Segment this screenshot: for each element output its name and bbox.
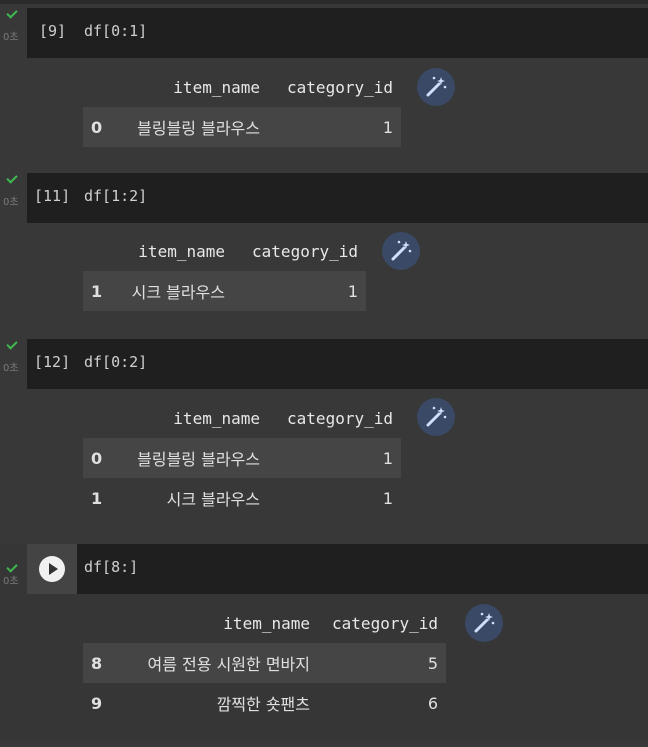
dataframe-output: item_name category_id 0 블링블링 블라우스 1 1 시크…	[83, 398, 401, 518]
exec-time: 0초	[3, 576, 19, 587]
index-header	[83, 398, 113, 438]
notebook-cell-selected[interactable]: 0초 df[8:] item_name category_id 8 여름 전용 …	[0, 544, 648, 739]
magic-wand-icon[interactable]	[382, 232, 420, 270]
row-index: 9	[91, 693, 103, 713]
table-header: item_name category_id	[83, 231, 366, 271]
exec-count: [12]	[34, 353, 71, 371]
column-header: category_id	[252, 241, 358, 261]
table-row: 1 시크 블라우스 1	[83, 271, 366, 311]
cell-category-id: 1	[268, 107, 401, 147]
magic-wand-icon[interactable]	[417, 398, 455, 436]
cell-gutter: 0초	[0, 338, 27, 389]
table-row: 0 블링블링 블라우스 1	[83, 107, 401, 147]
table-header: item_name category_id	[83, 398, 401, 438]
cell-gutter: 0초	[0, 172, 27, 223]
cell-category-id: 1	[382, 488, 393, 508]
play-icon	[39, 556, 65, 582]
column-header: category_id	[287, 408, 393, 428]
cell-item-name: 시크 블라우스	[113, 271, 233, 311]
table-row: 9 깜찍한 숏팬츠 6	[83, 683, 446, 723]
dataframe-output: item_name category_id 1 시크 블라우스 1	[83, 231, 366, 311]
exec-count: [9]	[39, 22, 67, 40]
cell-category-id: 1	[268, 438, 401, 478]
cell-item-name: 시크 블라우스	[166, 490, 260, 509]
notebook-cell[interactable]: 0초 [12] df[0:2] item_name category_id 0 …	[0, 338, 648, 519]
row-index: 0	[83, 107, 113, 147]
cell-category-id: 5	[318, 643, 446, 683]
index-header	[83, 231, 113, 271]
cell-gutter: 0초	[0, 544, 27, 594]
exec-time: 0초	[3, 197, 19, 208]
dataframe-output: item_name category_id 0 블링블링 블라우스 1	[83, 67, 401, 147]
table-header: item_name category_id	[83, 603, 446, 643]
cell-gutter: 0초	[0, 7, 27, 58]
top-border	[0, 0, 648, 4]
index-header	[83, 603, 113, 643]
code-editor[interactable]: df[8:]	[27, 544, 648, 594]
dataframe-output: item_name category_id 8 여름 전용 시원한 면바지 5 …	[83, 603, 446, 723]
index-header	[83, 67, 113, 107]
cell-item-name: 깜찍한 숏팬츠	[216, 695, 310, 714]
code-source[interactable]: df[0:2]	[84, 353, 147, 371]
column-header: item_name	[223, 613, 310, 633]
row-index: 1	[91, 488, 103, 508]
table-header: item_name category_id	[83, 67, 401, 107]
table-row: 0 블링블링 블라우스 1	[83, 438, 401, 478]
code-source[interactable]: df[1:2]	[84, 187, 147, 205]
table-row: 1 시크 블라우스 1	[83, 478, 401, 518]
notebook-cell[interactable]: 0초 [9] df[0:1] item_name category_id 0 블…	[0, 7, 648, 148]
notebook-cell[interactable]: 0초 [11] df[1:2] item_name category_id 1 …	[0, 172, 648, 313]
code-editor[interactable]: [12] df[0:2]	[27, 339, 648, 389]
cell-category-id: 6	[427, 693, 438, 713]
row-index: 1	[83, 271, 113, 311]
magic-wand-icon[interactable]	[417, 68, 455, 106]
column-header: category_id	[332, 613, 438, 633]
column-header: item_name	[173, 77, 260, 97]
column-header: item_name	[173, 408, 260, 428]
column-header: category_id	[287, 77, 393, 97]
exec-time: 0초	[3, 363, 19, 374]
code-source[interactable]: df[0:1]	[84, 22, 147, 40]
checkmark-icon	[6, 338, 18, 350]
checkmark-icon	[6, 561, 18, 573]
run-cell-button[interactable]	[27, 544, 77, 594]
cell-item-name: 블링블링 블라우스	[113, 107, 268, 147]
exec-count: [11]	[34, 187, 71, 205]
code-editor[interactable]: [11] df[1:2]	[27, 173, 648, 223]
row-index: 0	[83, 438, 113, 478]
cell-item-name: 여름 전용 시원한 면바지	[113, 643, 318, 683]
checkmark-icon	[6, 7, 18, 19]
code-editor[interactable]: [9] df[0:1]	[27, 8, 648, 58]
code-source[interactable]: df[8:]	[84, 558, 138, 576]
checkmark-icon	[6, 172, 18, 184]
column-header: item_name	[138, 241, 225, 261]
cell-item-name: 블링블링 블라우스	[113, 438, 268, 478]
magic-wand-icon[interactable]	[465, 604, 503, 642]
row-index: 8	[83, 643, 113, 683]
table-row: 8 여름 전용 시원한 면바지 5	[83, 643, 446, 683]
cell-category-id: 1	[233, 271, 366, 311]
exec-time: 0초	[3, 32, 19, 43]
